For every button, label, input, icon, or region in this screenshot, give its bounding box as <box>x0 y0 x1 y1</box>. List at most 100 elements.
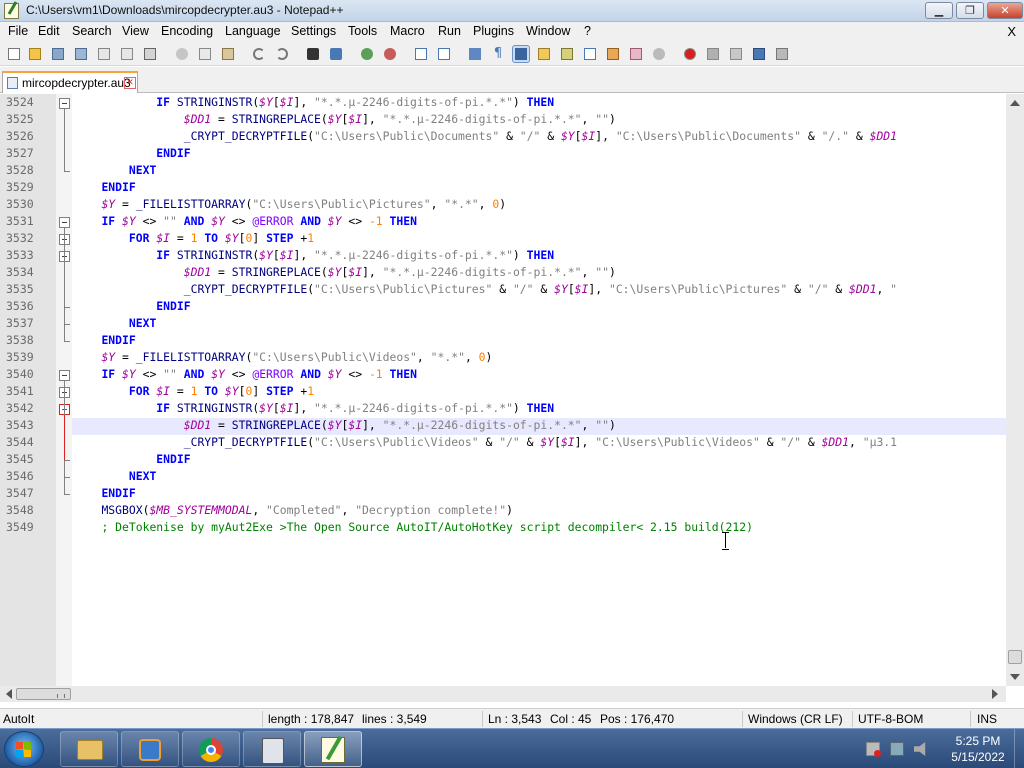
menu-run[interactable]: Run <box>438 24 461 38</box>
action-center-icon[interactable] <box>866 742 881 757</box>
scroll-down-arrow-icon[interactable] <box>1010 674 1020 680</box>
code-line[interactable]: 3539 $Y = _FILELISTTOARRAY("C:\Users\Pub… <box>0 350 1024 367</box>
show-all-chars-icon[interactable]: ¶ <box>490 46 506 62</box>
menu-search[interactable]: Search <box>72 24 112 38</box>
scroll-up-arrow-icon[interactable] <box>1010 100 1020 106</box>
start-button[interactable] <box>4 731 44 767</box>
maximize-button[interactable]: ❐ <box>956 2 984 19</box>
tab-mircopdecrypter[interactable]: mircopdecrypter.au3 ✕ <box>2 71 138 93</box>
scroll-left-arrow-icon[interactable] <box>6 689 12 699</box>
code-text[interactable]: ENDIF <box>74 486 135 500</box>
code-line[interactable]: 3524 IF STRINGINSTR($Y[$I], "*.*.µ-2246-… <box>0 95 1024 112</box>
tab-close-button[interactable]: ✕ <box>124 77 136 89</box>
code-line[interactable]: 3544 _CRYPT_DECRYPTFILE("C:\Users\Public… <box>0 435 1024 452</box>
menu-settings[interactable]: Settings <box>291 24 336 38</box>
save-all-icon[interactable] <box>73 46 89 62</box>
undo-icon[interactable] <box>251 46 267 62</box>
fold-toggle-icon[interactable] <box>59 370 70 381</box>
code-text[interactable]: NEXT <box>74 163 156 177</box>
open-file-icon[interactable] <box>27 46 43 62</box>
code-text[interactable]: IF STRINGINSTR($Y[$I], "*.*.µ-2246-digit… <box>74 248 554 262</box>
taskbar-file-explorer[interactable] <box>60 731 118 767</box>
doc-switcher-icon[interactable] <box>628 46 644 62</box>
code-text[interactable]: NEXT <box>74 469 156 483</box>
code-line[interactable]: 3548 MSGBOX($MB_SYSTEMMODAL, "Completed"… <box>0 503 1024 520</box>
folder-workspace-icon[interactable] <box>605 46 621 62</box>
code-text[interactable]: IF $Y <> "" AND $Y <> @ERROR AND $Y <> -… <box>74 214 417 228</box>
menu-plugins[interactable]: Plugins <box>473 24 514 38</box>
editor[interactable]: 3524 IF STRINGINSTR($Y[$I], "*.*.µ-2246-… <box>0 94 1024 686</box>
volume-icon[interactable] <box>914 742 926 756</box>
taskbar-media-player[interactable] <box>121 731 179 767</box>
redo-icon[interactable] <box>274 46 290 62</box>
code-line[interactable]: 3546 NEXT <box>0 469 1024 486</box>
clock-time[interactable]: 5:25 PM <box>948 734 1008 748</box>
code-text[interactable]: IF STRINGINSTR($Y[$I], "*.*.µ-2246-digit… <box>74 95 554 109</box>
code-text[interactable]: ENDIF <box>74 333 135 347</box>
menu-encoding[interactable]: Encoding <box>161 24 213 38</box>
scroll-right-arrow-icon[interactable] <box>992 689 998 699</box>
code-text[interactable]: _CRYPT_DECRYPTFILE("C:\Users\Public\Pict… <box>74 282 897 296</box>
code-line[interactable]: 3543 $DD1 = STRINGREPLACE($Y[$I], "*.*.µ… <box>0 418 1024 435</box>
code-text[interactable]: _CRYPT_DECRYPTFILE("C:\Users\Public\Vide… <box>74 435 897 449</box>
menu-language[interactable]: Language <box>225 24 281 38</box>
menu-view[interactable]: View <box>122 24 149 38</box>
code-text[interactable]: IF $Y <> "" AND $Y <> @ERROR AND $Y <> -… <box>74 367 417 381</box>
menu-help[interactable]: ? <box>584 24 591 38</box>
close-icon[interactable] <box>96 46 112 62</box>
fold-toggle-icon[interactable] <box>59 217 70 228</box>
fold-toggle-icon[interactable] <box>59 98 70 109</box>
cut-icon[interactable] <box>174 46 190 62</box>
code-line[interactable]: 3545 ENDIF <box>0 452 1024 469</box>
code-line[interactable]: 3542 IF STRINGINSTR($Y[$I], "*.*.µ-2246-… <box>0 401 1024 418</box>
taskbar-notepad-plus-plus[interactable] <box>304 731 362 767</box>
code-line[interactable]: 3525 $DD1 = STRINGREPLACE($Y[$I], "*.*.µ… <box>0 112 1024 129</box>
code-line[interactable]: 3532 FOR $I = 1 TO $Y[0] STEP +1 <box>0 231 1024 248</box>
code-text[interactable]: $Y = _FILELISTTOARRAY("C:\Users\Public\V… <box>74 350 492 364</box>
record-macro-icon[interactable] <box>682 46 698 62</box>
code-line[interactable]: 3528 NEXT <box>0 163 1024 180</box>
code-line[interactable]: 3530 $Y = _FILELISTTOARRAY("C:\Users\Pub… <box>0 197 1024 214</box>
save-macro-icon[interactable] <box>774 46 790 62</box>
code-text[interactable]: ENDIF <box>74 299 190 313</box>
indent-guide-icon[interactable] <box>512 45 530 63</box>
code-text[interactable]: $Y = _FILELISTTOARRAY("C:\Users\Public\P… <box>74 197 506 211</box>
close-document-button[interactable]: X <box>1007 24 1016 39</box>
status-encoding[interactable]: UTF-8-BOM <box>858 712 923 726</box>
code-text[interactable]: IF STRINGINSTR($Y[$I], "*.*.µ-2246-digit… <box>74 401 554 415</box>
code-line[interactable]: 3526 _CRYPT_DECRYPTFILE("C:\Users\Public… <box>0 129 1024 146</box>
code-line[interactable]: 3549 ; DeTokenise by myAut2Exe >The Open… <box>0 520 1024 537</box>
sync-vertical-icon[interactable] <box>413 46 429 62</box>
code-text[interactable]: FOR $I = 1 TO $Y[0] STEP +1 <box>74 384 314 398</box>
taskbar-file-manager[interactable] <box>243 731 301 767</box>
save-icon[interactable] <box>50 46 66 62</box>
status-eol[interactable]: Windows (CR LF) <box>748 712 843 726</box>
code-text[interactable]: NEXT <box>74 316 156 330</box>
code-line[interactable]: 3534 $DD1 = STRINGREPLACE($Y[$I], "*.*.µ… <box>0 265 1024 282</box>
menu-window[interactable]: Window <box>526 24 570 38</box>
code-line[interactable]: 3536 ENDIF <box>0 299 1024 316</box>
code-line[interactable]: 3540 IF $Y <> "" AND $Y <> @ERROR AND $Y… <box>0 367 1024 384</box>
replace-icon[interactable] <box>328 46 344 62</box>
code-line[interactable]: 3547 ENDIF <box>0 486 1024 503</box>
menu-edit[interactable]: Edit <box>38 24 60 38</box>
code-text[interactable]: $DD1 = STRINGREPLACE($Y[$I], "*.*.µ-2246… <box>74 112 616 126</box>
run-macro-multiple-icon[interactable] <box>751 46 767 62</box>
code-text[interactable]: FOR $I = 1 TO $Y[0] STEP +1 <box>74 231 314 245</box>
code-line[interactable]: 3531 IF $Y <> "" AND $Y <> @ERROR AND $Y… <box>0 214 1024 231</box>
code-text[interactable]: MSGBOX($MB_SYSTEMMODAL, "Completed", "De… <box>74 503 513 517</box>
vertical-scrollbar[interactable] <box>1006 94 1024 686</box>
vertical-scroll-thumb[interactable] <box>1008 650 1022 664</box>
code-line[interactable]: 3538 ENDIF <box>0 333 1024 350</box>
word-wrap-icon[interactable] <box>467 46 483 62</box>
code-line[interactable]: 3535 _CRYPT_DECRYPTFILE("C:\Users\Public… <box>0 282 1024 299</box>
network-icon[interactable] <box>890 742 904 756</box>
minimize-button[interactable]: ▁ <box>925 2 953 19</box>
close-all-icon[interactable] <box>119 46 135 62</box>
play-macro-icon[interactable] <box>728 46 744 62</box>
close-button[interactable]: ✕ <box>987 2 1023 19</box>
code-line[interactable]: 3537 NEXT <box>0 316 1024 333</box>
code-text[interactable]: ENDIF <box>74 452 190 466</box>
menu-macro[interactable]: Macro <box>390 24 425 38</box>
show-desktop-button[interactable] <box>1014 729 1024 768</box>
